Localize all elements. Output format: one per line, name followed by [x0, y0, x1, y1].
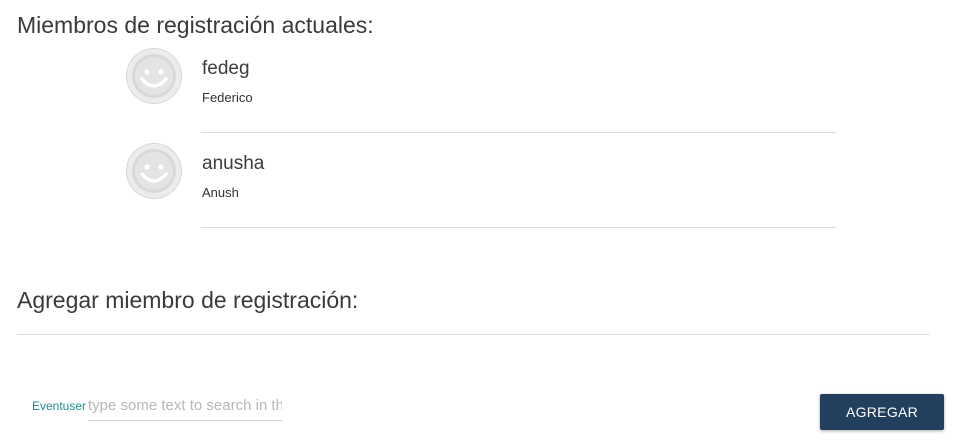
section-divider [17, 334, 930, 335]
member-username: anusha [202, 153, 265, 174]
avatar [126, 48, 182, 104]
add-button[interactable]: AGREGAR [820, 394, 944, 430]
member-divider [201, 132, 836, 133]
member-display-name: Federico [202, 90, 253, 105]
member-divider [201, 227, 836, 228]
member-list-item: anusha Anush [126, 143, 836, 228]
smiley-face-icon [132, 149, 176, 193]
current-members-title: Miembros de registración actuales: [17, 12, 374, 38]
member-list-item: fedeg Federico [126, 48, 836, 133]
eventuser-field-label: Eventuser [32, 399, 87, 413]
smiley-face-icon [132, 54, 176, 98]
avatar [126, 143, 182, 199]
add-member-title: Agregar miembro de registración: [17, 287, 359, 313]
registration-members-page: Miembros de registración actuales: fedeg… [0, 0, 964, 444]
eventuser-search-input[interactable] [88, 390, 282, 421]
member-username: fedeg [202, 58, 250, 79]
member-display-name: Anush [202, 185, 239, 200]
